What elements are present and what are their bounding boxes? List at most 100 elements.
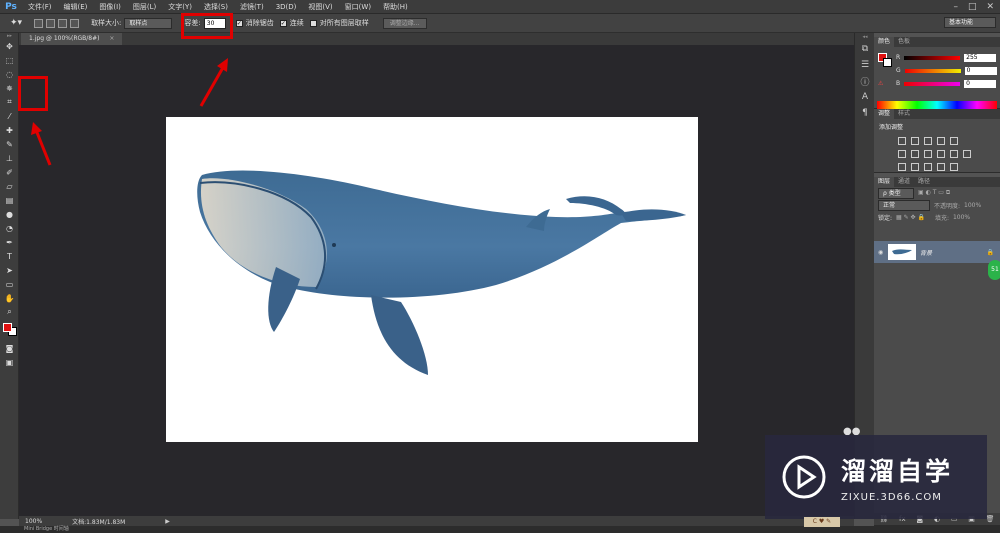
tab-styles[interactable]: 样式 [894,109,914,119]
hue-saturation-icon[interactable] [898,149,906,158]
move-tool-icon[interactable]: ✥ [0,39,19,53]
layer-kind-filter[interactable]: ρ 类型 [878,187,914,199]
photo-filter-icon[interactable] [937,149,945,158]
vibrance-icon[interactable] [950,136,958,145]
color-spectrum[interactable] [877,101,997,109]
posterize-icon[interactable] [911,162,919,171]
zoom-level[interactable]: 100% [25,518,42,525]
tab-swatches[interactable]: 色板 [894,37,914,47]
menu-layer[interactable]: 图层(L) [127,0,162,14]
color-balance-icon[interactable] [911,149,919,158]
info-panel-icon[interactable]: ⓘ [855,73,875,89]
lock-icons[interactable]: ▦ ✎ ✥ 🔒 [896,214,925,221]
blur-tool-icon[interactable]: ● [0,207,19,221]
properties-panel-icon[interactable]: ☰ [855,57,875,73]
value-g[interactable]: 0 [964,66,997,75]
black-white-icon[interactable] [924,149,932,158]
crop-tool-icon[interactable]: ⌗ [0,95,19,109]
menu-view[interactable]: 视图(V) [302,0,338,14]
menu-filter[interactable]: 滤镜(T) [234,0,270,14]
tab-layers[interactable]: 图层 [874,177,895,187]
layer-filter-icons[interactable]: ▣ ◐ T ▭ ⧉ [918,189,950,197]
eyedropper-tool-icon[interactable]: ⁄ [0,109,19,123]
sample-size-dropdown[interactable]: 取样点 [124,17,173,29]
brightness-contrast-icon[interactable] [898,136,906,145]
history-panel-icon[interactable]: ⧉ [855,41,875,57]
document-tab-close-icon[interactable]: × [109,35,114,42]
eraser-tool-icon[interactable]: ▱ [0,179,19,193]
menu-file[interactable]: 文件(F) [22,0,58,14]
subtract-selection-icon[interactable] [58,18,68,28]
menu-window[interactable]: 窗口(W) [339,0,377,14]
document-tab[interactable]: 1.jpg @ 100%(RGB/8#) × [21,33,123,45]
type-tool-icon[interactable]: T [0,249,19,263]
brush-tool-icon[interactable]: ✎ [0,137,19,151]
lasso-tool-icon[interactable]: ◌ [0,67,19,81]
new-selection-icon[interactable] [34,18,44,28]
dodge-tool-icon[interactable]: ◔ [0,221,19,235]
exposure-icon[interactable] [937,136,945,145]
paragraph-panel-icon[interactable]: ¶ [855,105,875,121]
marquee-tool-icon[interactable]: ⬚ [0,53,19,67]
close-button[interactable]: ✕ [986,2,994,12]
tab-adjustments[interactable]: 调整 [874,109,895,119]
levels-icon[interactable] [911,136,919,145]
color-lookup-icon[interactable] [963,149,971,158]
slider-r[interactable] [904,55,961,60]
minimize-button[interactable]: – [953,2,958,12]
maximize-button[interactable]: □ [968,2,977,12]
invert-icon[interactable] [898,162,906,171]
antialias-checkbox[interactable]: ✓ [235,19,243,27]
channel-mixer-icon[interactable] [950,149,958,158]
bottom-panel-tabs[interactable]: Mini Bridge 时间轴 [0,526,1000,533]
zoom-tool-icon[interactable]: ⌕ [0,305,19,319]
layer-name[interactable]: 背景 [920,248,932,257]
menu-image[interactable]: 图像(I) [93,0,127,14]
status-menu-arrow-icon[interactable]: ▶ [165,518,170,525]
tab-paths[interactable]: 路径 [914,177,934,187]
canvas-area[interactable] [19,45,854,516]
healing-brush-tool-icon[interactable]: ✚ [0,123,19,137]
gradient-map-icon[interactable] [937,162,945,171]
layer-row-background[interactable]: ◉ 背景 🔒 [874,241,1000,263]
sample-all-layers-checkbox[interactable] [309,19,317,27]
value-b[interactable]: 0 [964,79,997,88]
menu-3d[interactable]: 3D(D) [270,0,303,14]
layer-visibility-eye-icon[interactable]: ◉ [878,249,883,256]
history-brush-tool-icon[interactable]: ✐ [0,165,19,179]
magic-wand-tool-icon[interactable]: ✵ [0,81,19,95]
rectangle-tool-icon[interactable]: ▭ [0,277,19,291]
notification-bubble[interactable]: 51 [988,260,1000,280]
path-selection-tool-icon[interactable]: ➤ [0,263,19,277]
tool-preset-picker[interactable]: ✦▾ [10,18,22,28]
character-panel-icon[interactable]: A [855,89,875,105]
menu-edit[interactable]: 编辑(E) [58,0,94,14]
add-selection-icon[interactable] [46,18,56,28]
clone-stamp-tool-icon[interactable]: ⊥ [0,151,19,165]
slider-b[interactable] [904,81,961,86]
workspace-dropdown[interactable]: 基本功能 [944,17,996,28]
refine-edge-button[interactable]: 调整边缘... [382,17,427,29]
opacity-value[interactable]: 100% [964,202,981,209]
screen-mode-icon[interactable]: ▣ [0,355,19,369]
tab-color[interactable]: 颜色 [874,37,895,47]
intersect-selection-icon[interactable] [70,18,80,28]
contiguous-checkbox[interactable]: ✓ [279,19,287,27]
menu-type[interactable]: 文字(Y) [162,0,198,14]
fill-value[interactable]: 100% [953,214,970,221]
tab-channels[interactable]: 通道 [894,177,914,187]
value-r[interactable]: 255 [964,53,997,62]
foreground-color-swatch[interactable] [3,323,12,332]
menu-help[interactable]: 帮助(H) [377,0,414,14]
quick-mask-icon[interactable]: ◙ [0,341,19,355]
hand-tool-icon[interactable]: ✋ [0,291,19,305]
selective-color-icon[interactable] [950,162,958,171]
curves-icon[interactable] [924,136,932,145]
blend-mode-dropdown[interactable]: 正常 [878,199,930,211]
document-canvas[interactable] [166,117,698,442]
gradient-tool-icon[interactable]: ▤ [0,193,19,207]
slider-g[interactable] [904,68,961,73]
menu-select[interactable]: 选择(S) [198,0,234,14]
threshold-icon[interactable] [924,162,932,171]
pen-tool-icon[interactable]: ✒ [0,235,19,249]
